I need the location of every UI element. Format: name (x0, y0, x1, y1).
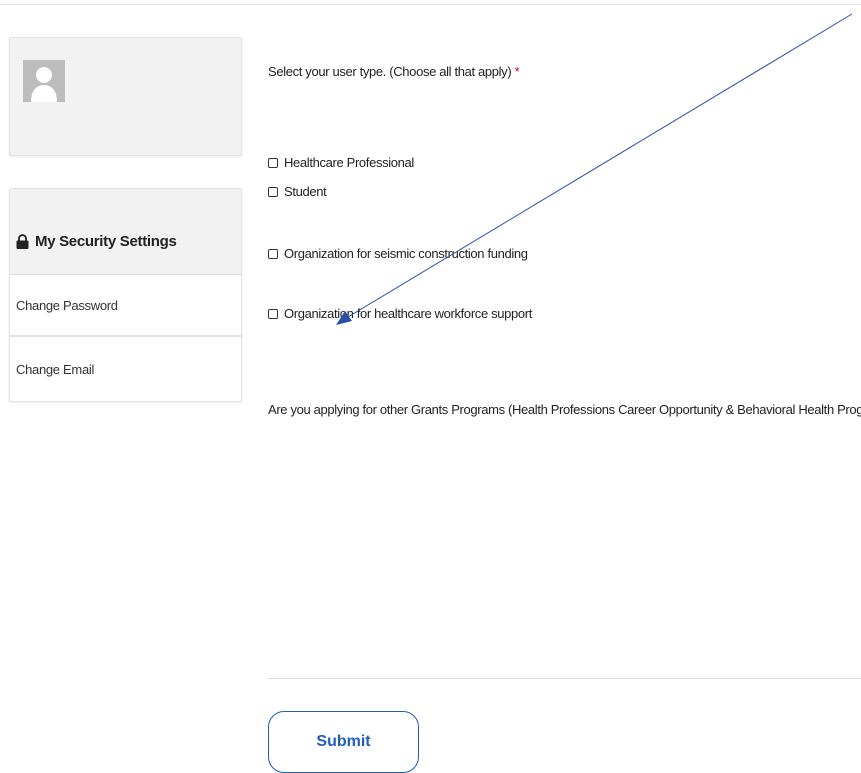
form-divider (268, 678, 861, 679)
security-settings-title: My Security Settings (16, 233, 177, 250)
option-label: Organization for healthcare workforce su… (284, 306, 532, 321)
option-seismic-construction-funding[interactable]: Organization for seismic construction fu… (268, 246, 528, 261)
option-healthcare-professional[interactable]: Healthcare Professional (268, 155, 414, 170)
top-divider (0, 4, 861, 5)
user-type-question: Select your user type. (Choose all that … (268, 64, 520, 79)
checkbox-healthcare-workforce-support[interactable] (268, 308, 278, 319)
user-silhouette-icon (23, 60, 65, 102)
submit-button[interactable]: Submit (268, 711, 419, 773)
avatar (23, 60, 65, 102)
option-label: Organization for seismic construction fu… (284, 246, 528, 261)
checkbox-student[interactable] (268, 186, 278, 197)
security-settings-panel: My Security Settings Change Password Cha… (9, 188, 242, 402)
lock-icon (16, 234, 29, 249)
option-student[interactable]: Student (268, 184, 327, 199)
option-label: Student (284, 184, 327, 199)
sidebar-item-change-email[interactable]: Change Email (10, 337, 241, 401)
sidebar-item-label: Change Email (16, 361, 95, 377)
security-settings-header: My Security Settings (10, 189, 241, 275)
sidebar-item-label: Change Password (16, 297, 118, 313)
profile-card (9, 37, 242, 156)
checkbox-seismic-construction-funding[interactable] (268, 248, 278, 259)
option-healthcare-workforce-support[interactable]: Organization for healthcare workforce su… (268, 306, 532, 321)
option-label: Healthcare Professional (284, 155, 414, 170)
sidebar-item-change-password[interactable]: Change Password (10, 275, 241, 337)
annotation-arrow-line (347, 13, 853, 318)
checkbox-healthcare-professional[interactable] (268, 157, 278, 168)
required-marker: * (514, 64, 520, 79)
grants-programs-question: Are you applying for other Grants Progra… (268, 402, 861, 417)
user-type-question-text: Select your user type. (Choose all that … (268, 64, 512, 79)
security-settings-label: My Security Settings (35, 233, 177, 250)
